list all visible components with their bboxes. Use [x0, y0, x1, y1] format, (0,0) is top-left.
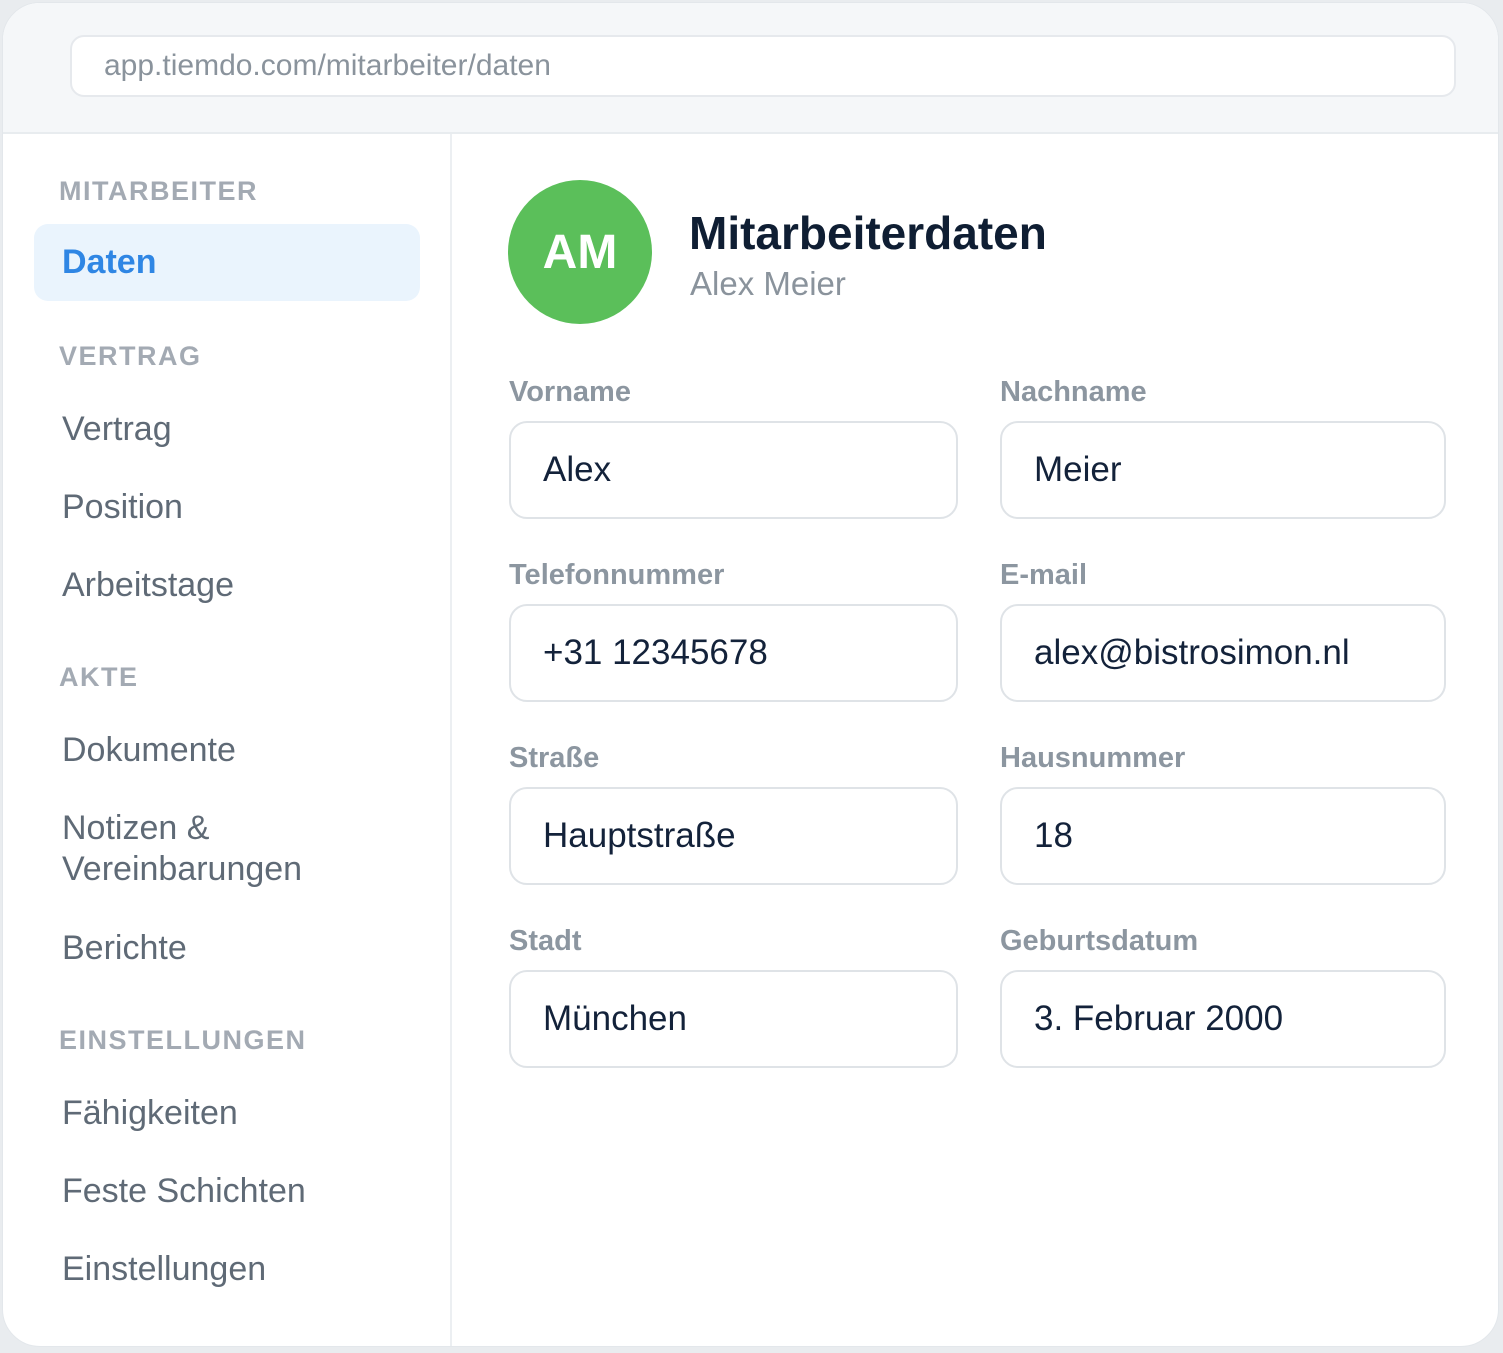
sidebar-item-notizen-vereinbarungen[interactable]: Notizen & Vereinbarungen — [62, 808, 302, 890]
strasse-label: Straße — [509, 742, 600, 774]
sidebar-item-einstellungen[interactable]: Einstellungen — [62, 1249, 266, 1290]
browser-toolbar: app.tiemdo.com/mitarbeiter/daten — [3, 3, 1498, 134]
strasse-field[interactable]: Hauptstraße — [509, 787, 958, 885]
sidebar-item-daten[interactable]: Daten — [34, 224, 420, 301]
vorname-label: Vorname — [509, 376, 631, 408]
telefonnummer-field[interactable]: +31 12345678 — [509, 604, 958, 702]
email-field[interactable]: alex@bistrosimon.nl — [1000, 604, 1446, 702]
sidebar-section-vertrag: VERTRAG — [59, 341, 202, 371]
sidebar-item-position[interactable]: Position — [62, 487, 183, 528]
strasse-value: Hauptstraße — [543, 816, 736, 855]
stadt-value: München — [543, 999, 687, 1038]
page-title: Mitarbeiterdaten — [689, 207, 1047, 259]
sidebar-item-faehigkeiten[interactable]: Fähigkeiten — [62, 1093, 238, 1134]
sidebar-section-einstellungen: EINSTELLUNGEN — [59, 1025, 307, 1055]
sidebar-item-label: Daten — [62, 243, 157, 281]
hausnummer-value: 18 — [1034, 816, 1073, 855]
sidebar-item-berichte[interactable]: Berichte — [62, 928, 187, 969]
sidebar-item-feste-schichten[interactable]: Feste Schichten — [62, 1171, 306, 1212]
email-value: alex@bistrosimon.nl — [1034, 633, 1350, 672]
address-bar[interactable]: app.tiemdo.com/mitarbeiter/daten — [70, 35, 1456, 97]
sidebar-item-vertrag[interactable]: Vertrag — [62, 409, 172, 450]
telefonnummer-label: Telefonnummer — [509, 559, 725, 591]
geburtsdatum-value: 3. Februar 2000 — [1034, 999, 1284, 1038]
sidebar-item-arbeitstage[interactable]: Arbeitstage — [62, 565, 234, 606]
stadt-field[interactable]: München — [509, 970, 958, 1068]
hausnummer-label: Hausnummer — [1000, 742, 1186, 774]
vorname-field[interactable]: Alex — [509, 421, 958, 519]
address-bar-url: app.tiemdo.com/mitarbeiter/daten — [104, 49, 551, 82]
stadt-label: Stadt — [509, 925, 582, 957]
sidebar-section-akte: AKTE — [59, 662, 139, 692]
sidebar: MITARBEITER Daten VERTRAG Vertrag Positi… — [3, 134, 452, 1346]
nachname-value: Meier — [1034, 450, 1122, 489]
vorname-value: Alex — [543, 450, 612, 489]
geburtsdatum-label: Geburtsdatum — [1000, 925, 1199, 957]
app-window: app.tiemdo.com/mitarbeiter/daten MITARBE… — [2, 2, 1499, 1347]
avatar: AM — [508, 180, 652, 324]
page-subtitle: Alex Meier — [690, 265, 846, 302]
sidebar-item-dokumente[interactable]: Dokumente — [62, 730, 236, 771]
sidebar-section-mitarbeiter: MITARBEITER — [59, 176, 258, 206]
hausnummer-field[interactable]: 18 — [1000, 787, 1446, 885]
telefonnummer-value: +31 12345678 — [543, 633, 768, 672]
nachname-label: Nachname — [1000, 376, 1147, 408]
geburtsdatum-field[interactable]: 3. Februar 2000 — [1000, 970, 1446, 1068]
email-label: E-mail — [1000, 559, 1088, 591]
nachname-field[interactable]: Meier — [1000, 421, 1446, 519]
